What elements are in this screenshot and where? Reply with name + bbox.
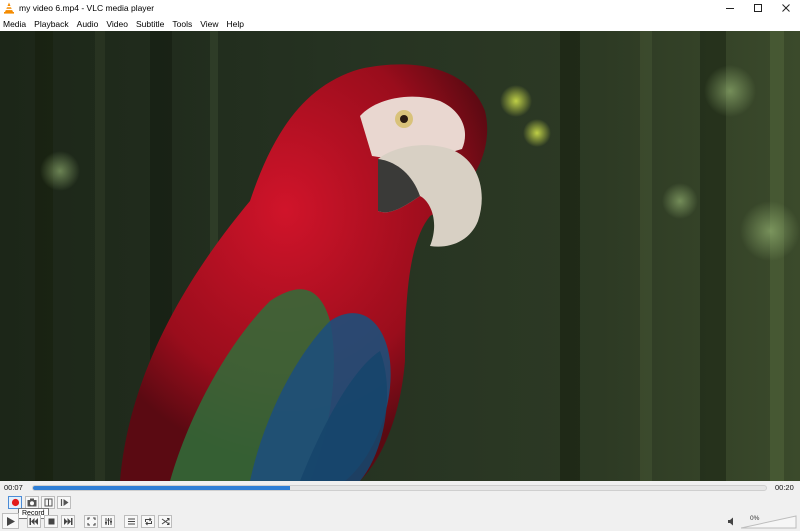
menu-subtitle[interactable]: Subtitle (133, 19, 169, 29)
minimize-button[interactable] (716, 0, 744, 16)
main-controls-bar (0, 511, 800, 531)
mute-button[interactable] (727, 517, 737, 526)
loop-icon (144, 517, 152, 526)
seek-row: 00:07 00:20 (0, 482, 800, 494)
menu-media[interactable]: Media (0, 19, 31, 29)
extended-settings-icon (104, 518, 112, 525)
record-icon (11, 498, 19, 507)
menu-playback[interactable]: Playback (31, 19, 74, 29)
maximize-icon (754, 4, 762, 12)
shuffle-icon (161, 518, 169, 525)
play-icon (7, 516, 15, 526)
frame-by-frame-icon (60, 499, 68, 506)
menu-bar: Media Playback Audio Video Subtitle Tool… (0, 16, 800, 31)
menu-video[interactable]: Video (103, 19, 133, 29)
playlist-icon (127, 518, 135, 525)
next-button[interactable] (61, 515, 75, 528)
window-title: my video 6.mp4 - VLC media player (19, 3, 155, 13)
seek-slider[interactable] (32, 485, 767, 491)
vlc-cone-icon (3, 2, 15, 14)
play-button[interactable] (2, 513, 19, 529)
menu-tools[interactable]: Tools (169, 19, 197, 29)
maximize-button[interactable] (744, 0, 772, 16)
menu-view[interactable]: View (197, 19, 223, 29)
close-icon (782, 4, 790, 12)
extended-settings-button[interactable] (101, 515, 115, 528)
stop-button[interactable] (44, 515, 58, 528)
loop-ab-icon (44, 498, 52, 507)
advanced-controls-bar (0, 494, 800, 510)
volume-level: 0% (750, 515, 760, 522)
video-frame[interactable] (0, 31, 800, 481)
playlist-button[interactable] (124, 515, 138, 528)
menu-help[interactable]: Help (223, 19, 248, 29)
previous-button[interactable] (27, 515, 41, 528)
total-time: 00:20 (775, 483, 794, 492)
previous-icon (29, 518, 38, 525)
seek-slider-fill (33, 486, 290, 490)
next-icon (64, 518, 73, 525)
menu-audio[interactable]: Audio (74, 19, 104, 29)
fullscreen-button[interactable] (84, 515, 98, 528)
minimize-icon (726, 8, 734, 9)
shuffle-button[interactable] (158, 515, 172, 528)
loop-button[interactable] (141, 515, 155, 528)
title-bar: my video 6.mp4 - VLC media player (0, 0, 800, 16)
parrot-video-image (0, 31, 800, 481)
close-button[interactable] (772, 0, 800, 16)
snapshot-icon (27, 498, 37, 507)
stop-icon (48, 518, 54, 525)
frame-by-frame-button[interactable] (57, 496, 71, 509)
fullscreen-icon (86, 517, 96, 526)
elapsed-time: 00:07 (4, 483, 23, 492)
mute-icon (728, 517, 733, 526)
